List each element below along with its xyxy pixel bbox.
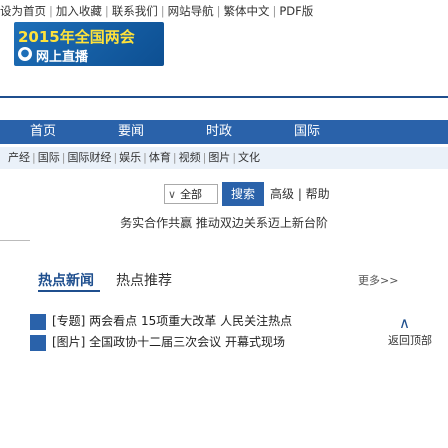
back-to-top-button[interactable]: ∧ 返回顶部	[388, 314, 432, 350]
subnav-item[interactable]: 视频	[179, 151, 201, 164]
top-link-traditional[interactable]: 繁体中文	[224, 4, 270, 18]
search-scope-value: 全部	[180, 188, 203, 201]
separator: |	[104, 4, 109, 18]
main-nav: 首页 要闻 时政 国际	[0, 120, 448, 144]
news-tabs: 热点新闻 热点推荐 更多>>	[38, 268, 418, 294]
more-link[interactable]: 更多>>	[358, 272, 398, 288]
chevron-up-icon: ∧	[399, 314, 410, 332]
nav-item-news[interactable]: 要闻	[118, 120, 144, 144]
subnav-item[interactable]: 图片	[208, 151, 230, 164]
search-scope-select[interactable]: ∨ 全部	[164, 184, 218, 204]
search-button[interactable]: 搜索	[222, 182, 264, 206]
banner-subtitle: 网上直播	[36, 50, 89, 65]
separator: |	[32, 151, 36, 164]
news-headline: [图片] 全国政协十二届三次会议 开幕式现场	[52, 335, 285, 349]
subnav-item[interactable]: 娱乐	[119, 151, 141, 164]
live-broadcast-banner[interactable]: 2015年全国两会 ● 网上直播	[14, 22, 164, 66]
section-divider	[0, 240, 30, 241]
subnav-item[interactable]: 文化	[238, 151, 260, 164]
subnav-item[interactable]: 体育	[149, 151, 171, 164]
top-links-bar: 设为首页 | 加入收藏 | 联系我们 | 网站导航 | 繁体中文 | PDF版	[0, 0, 448, 22]
news-headline: [专题] 两会看点 15项重大改革 人民关注热点	[52, 314, 293, 328]
separator: |	[143, 151, 147, 164]
separator: |	[172, 151, 177, 164]
back-to-top-label: 返回顶部	[388, 334, 432, 347]
separator: |	[272, 4, 277, 18]
square-bullet-icon	[30, 334, 46, 351]
subnav-item[interactable]: 产经	[0, 151, 30, 164]
search-extra-links[interactable]: 高级 | 帮助	[270, 184, 330, 204]
separator: |	[160, 4, 165, 18]
active-tab-underline	[38, 290, 100, 292]
globe-icon: ●	[18, 47, 32, 61]
subnav-item[interactable]: 国际财经	[67, 151, 111, 164]
list-item[interactable]: [图片] 全国政协十二届三次会议 开幕式现场	[30, 333, 350, 351]
header-divider	[0, 96, 448, 98]
tab-hot-news[interactable]: 热点新闻	[38, 270, 94, 290]
banner-title: 2015年全国两会	[18, 28, 135, 46]
separator: |	[49, 4, 53, 18]
top-link-pdf[interactable]: PDF版	[279, 4, 313, 18]
chevron-down-icon: ∨	[168, 188, 177, 201]
top-link-contact[interactable]: 联系我们	[112, 4, 158, 18]
search-row: ∨ 全部 搜索 高级 | 帮助	[0, 182, 448, 206]
top-link-set-home[interactable]: 设为首页	[0, 4, 46, 18]
subnav-item[interactable]: 国际	[38, 151, 60, 164]
separator: |	[113, 151, 118, 164]
sub-nav: 产经 | 国际 | 国际财经 | 娱乐 | 体育 | 视频 | 图片 | 文化	[0, 147, 448, 169]
separator: |	[232, 151, 237, 164]
nav-item-politics[interactable]: 时政	[206, 120, 232, 144]
top-link-site-nav[interactable]: 网站导航	[168, 4, 214, 18]
list-item[interactable]: [专题] 两会看点 15项重大改革 人民关注热点	[30, 312, 350, 330]
slogan: 务实合作共赢 推动双边关系迈上新台阶	[120, 216, 328, 230]
tab-hot-recommend[interactable]: 热点推荐	[116, 270, 172, 290]
separator: |	[216, 4, 221, 18]
nav-item-home[interactable]: 首页	[30, 120, 56, 144]
nav-item-international[interactable]: 国际	[294, 120, 320, 144]
square-bullet-icon	[30, 313, 46, 330]
top-link-favorite[interactable]: 加入收藏	[56, 4, 102, 18]
